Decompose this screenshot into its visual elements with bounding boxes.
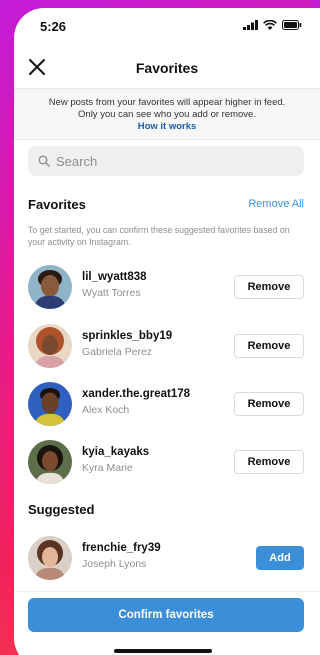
- remove-button[interactable]: Remove: [234, 334, 304, 358]
- favorites-hint: To get started, you can confirm these su…: [28, 225, 290, 247]
- remove-all-button[interactable]: Remove All: [248, 198, 304, 210]
- full-name: Kyra Marie: [82, 462, 133, 474]
- avatar[interactable]: [28, 265, 72, 309]
- home-indicator: [114, 649, 212, 653]
- full-name: Gabriela Perez: [82, 346, 153, 358]
- full-name: Wyatt Torres: [82, 287, 141, 299]
- full-name: Alex Koch: [82, 404, 130, 416]
- add-button[interactable]: Add: [256, 546, 304, 570]
- search-icon: [38, 155, 50, 167]
- search-bar[interactable]: [28, 146, 304, 176]
- signal-icon: [243, 20, 258, 30]
- remove-button[interactable]: Remove: [234, 392, 304, 416]
- list-item[interactable]: xander.the.great178 Alex Koch Remove: [28, 382, 306, 428]
- how-it-works-link[interactable]: How it works: [14, 121, 320, 133]
- status-icons: [243, 20, 302, 30]
- info-banner: New posts from your favorites will appea…: [14, 88, 320, 140]
- search-input[interactable]: [56, 153, 276, 169]
- username: kyia_kayaks: [82, 446, 150, 458]
- footer-divider: [14, 591, 320, 592]
- info-text-line1: New posts from your favorites will appea…: [48, 97, 286, 108]
- username: sprinkles_bby19: [82, 330, 173, 342]
- battery-icon: [282, 20, 302, 30]
- list-item[interactable]: sprinkles_bby19 Gabriela Perez Remove: [28, 324, 306, 370]
- avatar[interactable]: [28, 440, 72, 484]
- remove-button[interactable]: Remove: [234, 275, 304, 299]
- status-time: 5:26: [40, 19, 67, 34]
- info-text-line2: Only you can see who you add or remove.: [78, 109, 256, 120]
- avatar[interactable]: [28, 536, 72, 580]
- page-title: Favorites: [135, 60, 199, 76]
- favorites-section-title: Favorites: [28, 197, 86, 212]
- username: lil_wyatt838: [82, 271, 147, 283]
- list-item[interactable]: frenchie_fry39 Joseph Lyons Add: [28, 536, 306, 582]
- wifi-icon: [263, 20, 277, 30]
- list-item[interactable]: kyia_kayaks Kyra Marie Remove: [28, 440, 306, 486]
- avatar[interactable]: [28, 382, 72, 426]
- confirm-favorites-button[interactable]: Confirm favorites: [28, 598, 304, 632]
- avatar[interactable]: [28, 324, 72, 368]
- full-name: Joseph Lyons: [82, 558, 147, 570]
- status-bar: 5:26: [14, 8, 320, 44]
- suggested-section-title: Suggested: [28, 502, 95, 517]
- remove-button[interactable]: Remove: [234, 450, 304, 474]
- header: Favorites: [14, 44, 320, 90]
- username: frenchie_fry39: [82, 542, 161, 554]
- username: xander.the.great178: [82, 388, 191, 400]
- phone-screen: 5:26 Favorites New posts from your favor…: [14, 8, 320, 655]
- list-item[interactable]: lil_wyatt838 Wyatt Torres Remove: [28, 265, 306, 311]
